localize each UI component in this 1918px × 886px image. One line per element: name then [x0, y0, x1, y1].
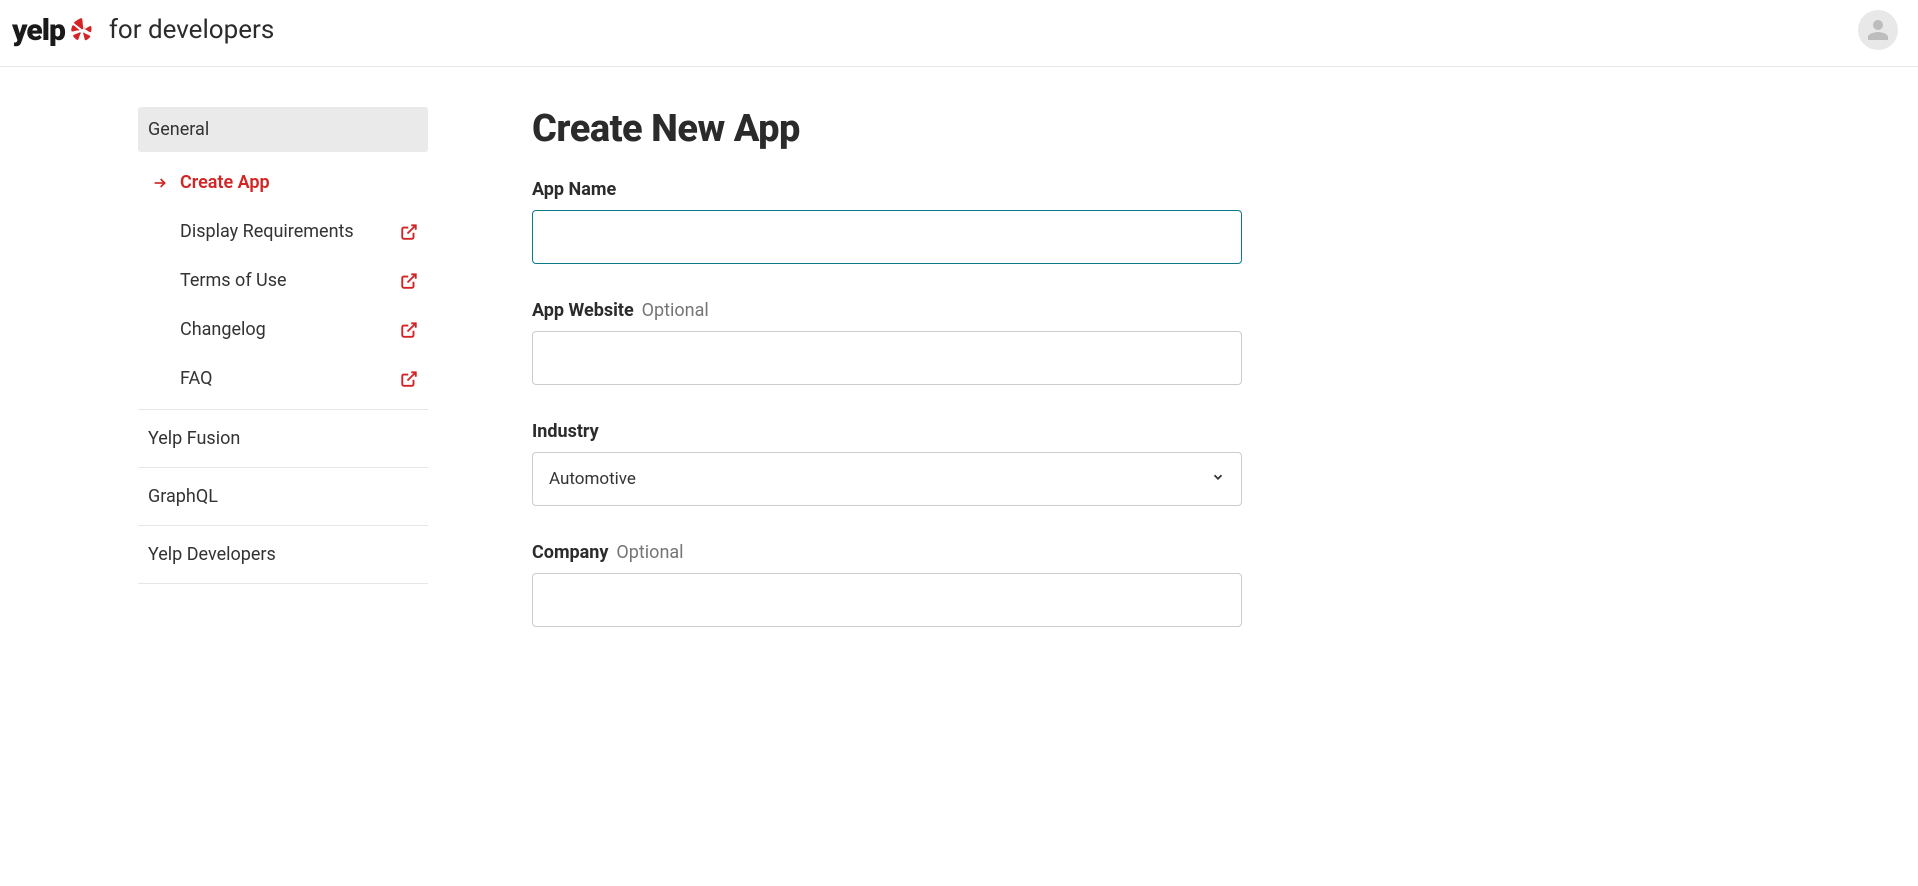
sidebar-item-display-requirements[interactable]: Display Requirements	[138, 207, 428, 256]
external-link-icon	[400, 272, 418, 290]
sidebar-item-label: FAQ	[180, 368, 212, 389]
user-avatar[interactable]	[1858, 10, 1898, 50]
label-optional: Optional	[616, 542, 683, 563]
sidebar-item-label: Display Requirements	[180, 221, 354, 242]
sidebar-section-general[interactable]: General	[138, 107, 428, 152]
arrow-right-icon	[152, 175, 168, 191]
yelp-wordmark: yelp	[12, 13, 65, 48]
label-optional: Optional	[642, 300, 709, 321]
sidebar-item-label: Terms of Use	[180, 270, 287, 291]
external-link-icon	[400, 321, 418, 339]
external-link-icon	[400, 370, 418, 388]
sidebar-item-changelog[interactable]: Changelog	[138, 305, 428, 354]
form-group-app-website: App Website Optional	[532, 300, 1242, 385]
sidebar-item-yelp-fusion[interactable]: Yelp Fusion	[138, 410, 428, 468]
sidebar-item-graphql[interactable]: GraphQL	[138, 468, 428, 526]
input-company[interactable]	[532, 573, 1242, 627]
person-icon	[1866, 18, 1890, 42]
select-industry[interactable]: Automotive	[532, 452, 1242, 506]
label-app-name: App Name	[532, 179, 616, 200]
brand-suffix: for developers	[109, 15, 274, 45]
page-container: General Create App Display Requirements …	[0, 67, 1560, 663]
sidebar-item-yelp-developers[interactable]: Yelp Developers	[138, 526, 428, 584]
yelp-burst-icon	[69, 17, 95, 43]
sidebar-group-general: Create App Display Requirements Terms of…	[138, 152, 428, 410]
external-link-icon	[400, 223, 418, 241]
form-group-app-name: App Name	[532, 179, 1242, 264]
sidebar-item-label: Changelog	[180, 319, 266, 340]
sidebar: General Create App Display Requirements …	[138, 107, 428, 663]
sidebar-item-faq[interactable]: FAQ	[138, 354, 428, 403]
input-app-name[interactable]	[532, 210, 1242, 264]
top-header: yelp for developers	[0, 0, 1918, 67]
select-industry-value: Automotive	[549, 469, 636, 489]
sidebar-item-terms-of-use[interactable]: Terms of Use	[138, 256, 428, 305]
form-group-company: Company Optional	[532, 542, 1242, 627]
sidebar-item-label: Create App	[180, 172, 270, 193]
logo-area[interactable]: yelp for developers	[12, 13, 274, 48]
main-content: Create New App App Name App Website Opti…	[532, 107, 1242, 663]
chevron-down-icon	[1211, 469, 1225, 489]
input-app-website[interactable]	[532, 331, 1242, 385]
label-company: Company	[532, 542, 608, 563]
form-group-industry: Industry Automotive	[532, 421, 1242, 506]
page-title: Create New App	[532, 107, 1242, 151]
label-industry: Industry	[532, 421, 599, 442]
sidebar-item-create-app[interactable]: Create App	[138, 158, 428, 207]
label-app-website: App Website	[532, 300, 634, 321]
